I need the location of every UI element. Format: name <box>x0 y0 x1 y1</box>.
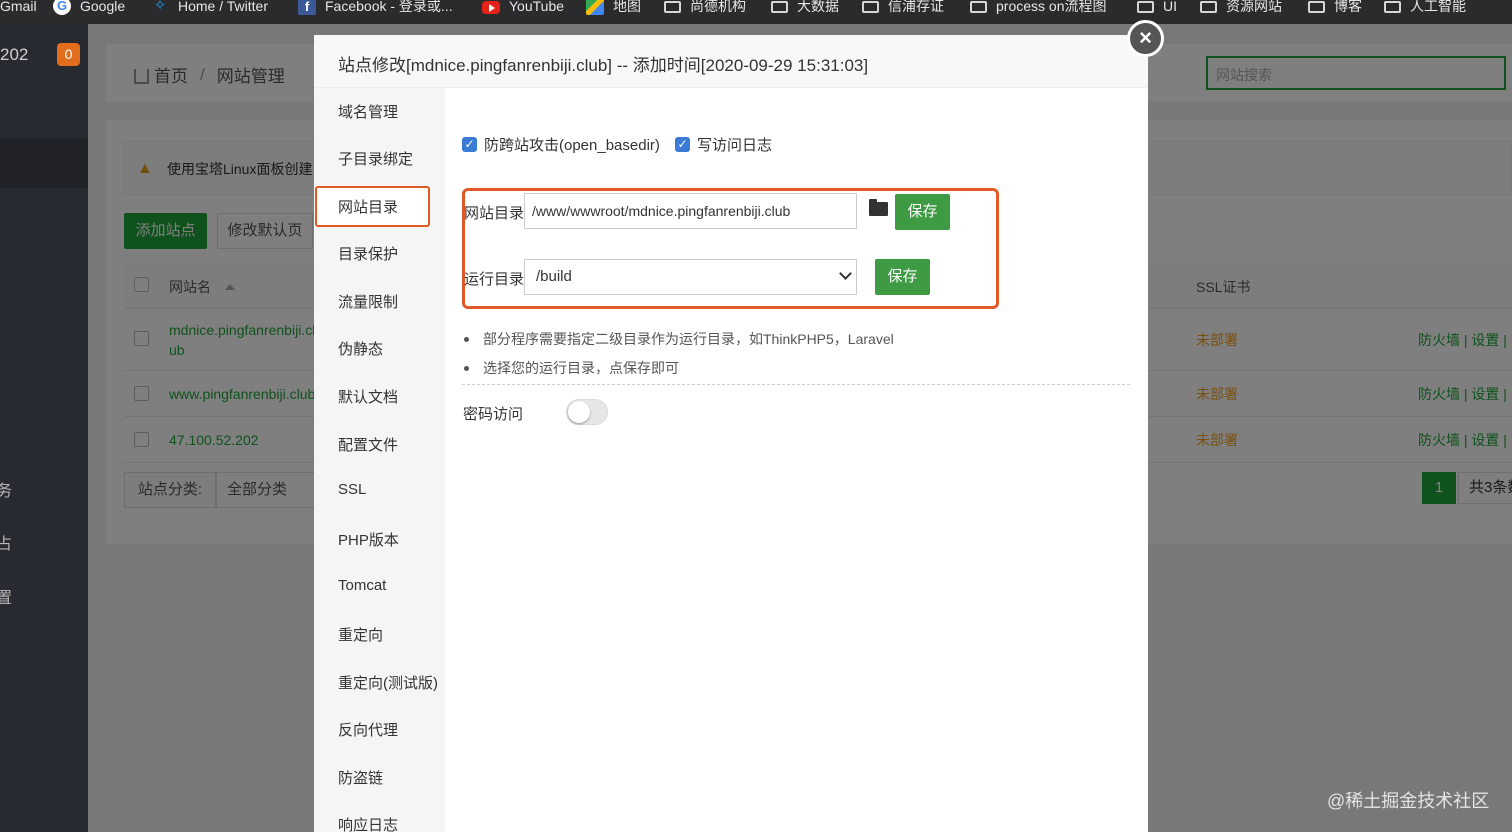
menu-item-traffic-limit[interactable]: 流量限制 <box>338 291 398 312</box>
menu-item-tomcat[interactable]: Tomcat <box>338 577 386 594</box>
bookmark-folder-ui[interactable]: UI <box>1137 0 1177 16</box>
bookmark-google[interactable]: G Google <box>53 0 125 16</box>
open-basedir-checkbox[interactable]: ✓ 防跨站攻击(open_basedir) <box>462 134 660 155</box>
bookmark-folder-processon[interactable]: process on流程图 <box>970 0 1106 16</box>
site-dir-input[interactable]: /www/wwwroot/mdnice.pingfanrenbiji.club <box>524 193 857 229</box>
tip-item: 部分程序需要指定二级目录作为运行目录，如ThinkPHP5，Laravel <box>462 329 894 349</box>
bookmark-folder-xinpu[interactable]: 信浦存证 <box>862 0 944 16</box>
bookmark-twitter[interactable]: ✧ Home / Twitter <box>151 0 268 16</box>
watermark: @稀土掘金技术社区 <box>1327 791 1490 811</box>
bookmarks-bar: Gmail G Google ✧ Home / Twitter f Facebook … <box>0 0 1512 24</box>
bookmark-facebook[interactable]: f Facebook - 登录或... <box>298 0 453 16</box>
chevron-down-icon <box>839 267 852 280</box>
menu-item-dir-protect[interactable]: 目录保护 <box>338 243 398 264</box>
folder-icon <box>1200 1 1217 13</box>
menu-item-hotlink-protect[interactable]: 防盗链 <box>338 767 383 788</box>
menu-item-config-file[interactable]: 配置文件 <box>338 434 398 455</box>
server-ip-fragment: 202 <box>0 45 29 64</box>
menu-item-rewrite[interactable]: 伪静态 <box>338 338 383 359</box>
notification-badge[interactable]: 0 <box>57 43 80 66</box>
sidebar-item-3[interactable]: 置 <box>0 584 12 608</box>
tip-item: 选择您的运行目录，点保存即可 <box>462 358 679 378</box>
folder-icon <box>664 1 681 13</box>
save-run-dir-button[interactable]: 保存 <box>875 259 930 295</box>
bookmark-folder-shangde[interactable]: 尚德机构 <box>664 0 746 16</box>
folder-icon <box>771 1 788 13</box>
divider <box>462 384 1130 385</box>
twitter-icon: ✧ <box>153 0 167 14</box>
facebook-icon: f <box>298 0 316 15</box>
menu-item-reverse-proxy[interactable]: 反向代理 <box>338 719 398 740</box>
access-log-checkbox[interactable]: ✓ 写访问日志 <box>675 134 772 155</box>
folder-icon <box>862 1 879 13</box>
checkbox-checked-icon: ✓ <box>675 137 690 152</box>
menu-item-response-log[interactable]: 响应日志 <box>338 814 398 832</box>
save-site-dir-button[interactable]: 保存 <box>895 194 950 230</box>
bookmark-folder-bigdata[interactable]: 大数据 <box>771 0 839 16</box>
site-edit-modal: 站点修改[mdnice.pingfanrenbiji.club] -- 添加时间… <box>314 35 1148 832</box>
menu-item-php-version[interactable]: PHP版本 <box>338 529 399 550</box>
sidebar-active-item[interactable] <box>0 139 88 188</box>
google-icon: G <box>53 0 71 15</box>
modal-title: 站点修改[mdnice.pingfanrenbiji.club] -- 添加时间… <box>314 35 1148 88</box>
sidebar-item-1[interactable]: 务 <box>0 477 12 501</box>
site-dir-label: 网站目录 <box>464 205 525 222</box>
youtube-icon <box>482 1 500 14</box>
menu-item-domain[interactable]: 域名管理 <box>338 101 398 122</box>
bookmark-maps[interactable]: 地图 <box>586 0 641 16</box>
menu-item-redirect[interactable]: 重定向 <box>338 624 383 645</box>
menu-item-redirect-beta[interactable]: 重定向(测试版) <box>338 672 438 693</box>
left-sidebar: 202 0 务 占 置 <box>0 24 88 832</box>
password-access-toggle[interactable] <box>566 399 608 425</box>
menu-item-site-directory[interactable]: 网站目录 <box>338 196 398 217</box>
checkbox-checked-icon: ✓ <box>462 137 477 152</box>
sidebar-item-2[interactable]: 占 <box>0 530 12 554</box>
folder-icon <box>1137 1 1154 13</box>
site-directory-panel: ✓ 防跨站攻击(open_basedir) ✓ 写访问日志 网站目录 /www/… <box>445 88 1148 832</box>
run-dir-label: 运行目录 <box>464 271 525 288</box>
bookmark-folder-resources[interactable]: 资源网站 <box>1200 0 1282 16</box>
bookmark-folder-ai[interactable]: 人工智能 <box>1384 0 1466 16</box>
modal-side-menu: 域名管理 子目录绑定 网站目录 目录保护 流量限制 伪静态 默认文档 配置文件 … <box>314 88 445 832</box>
folder-icon <box>1384 1 1401 13</box>
menu-item-default-doc[interactable]: 默认文档 <box>338 386 398 407</box>
bookmark-gmail[interactable]: Gmail <box>0 0 37 16</box>
run-dir-select[interactable]: /build <box>524 259 857 295</box>
run-dir-value: /build <box>536 268 572 285</box>
folder-open-icon[interactable] <box>869 199 888 216</box>
menu-item-subdir-binding[interactable]: 子目录绑定 <box>338 148 413 169</box>
bookmark-folder-blog[interactable]: 博客 <box>1308 0 1362 16</box>
folder-icon <box>970 1 987 13</box>
folder-icon <box>1308 1 1325 13</box>
close-icon[interactable]: × <box>1127 20 1164 57</box>
maps-icon <box>586 0 604 15</box>
bookmark-youtube[interactable]: YouTube <box>482 0 564 16</box>
password-access-label: 密码访问 <box>463 406 524 423</box>
menu-item-ssl[interactable]: SSL <box>338 481 366 498</box>
